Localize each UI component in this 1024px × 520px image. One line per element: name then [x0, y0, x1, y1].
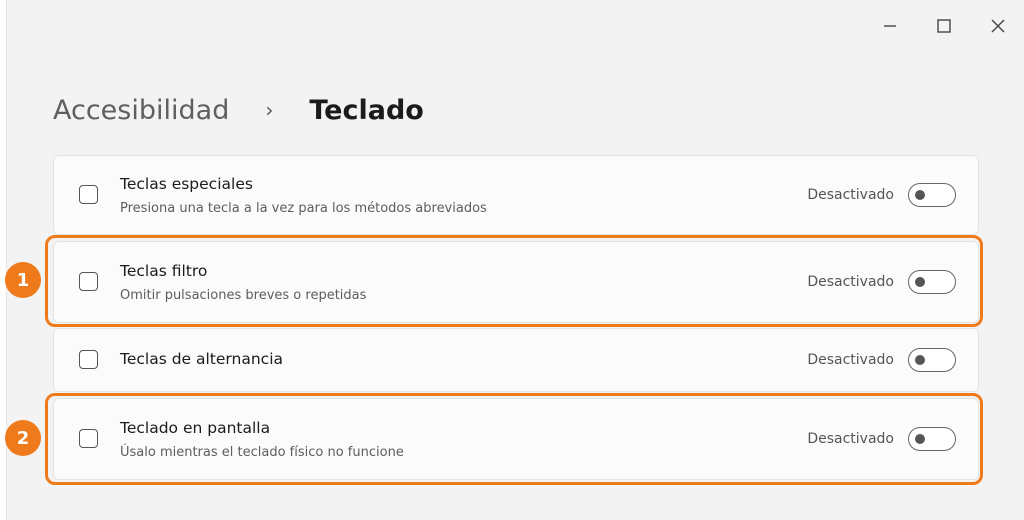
teclas-de-alternancia-toggle[interactable] [908, 348, 956, 372]
setting-title: Teclas de alternancia [120, 350, 283, 368]
annotation-badge-1: 1 [5, 262, 41, 298]
setting-row-teclas-especiales[interactable]: Teclas especiales Presiona una tecla a l… [53, 155, 979, 235]
highlight-frame-1 [45, 235, 983, 327]
toggle-state-label: Desactivado [807, 187, 894, 203]
setting-description: Presiona una tecla a la vez para los mét… [120, 201, 487, 216]
toggle-state-label: Desactivado [807, 352, 894, 368]
toggle-knob [915, 190, 925, 200]
teclas-de-alternancia-checkbox[interactable] [79, 350, 98, 369]
teclas-especiales-toggle[interactable] [908, 183, 956, 207]
toggle-knob [915, 355, 925, 365]
maximize-icon [937, 19, 951, 33]
close-icon [991, 19, 1005, 33]
window-caption-buttons [863, 0, 1024, 52]
minimize-button[interactable] [863, 0, 917, 52]
annotation-badge-2: 2 [5, 420, 41, 456]
breadcrumb-separator-icon: › [265, 98, 274, 122]
setting-title: Teclas especiales [120, 175, 253, 193]
breadcrumb: Accesibilidad › Teclado [53, 88, 424, 132]
teclas-especiales-checkbox[interactable] [79, 185, 98, 204]
setting-row-teclas-de-alternancia[interactable]: Teclas de alternancia Desactivado [53, 328, 979, 392]
highlight-frame-2 [45, 393, 983, 485]
page-title: Teclado [309, 94, 424, 126]
breadcrumb-parent-link[interactable]: Accesibilidad [53, 95, 229, 126]
minimize-icon [884, 25, 896, 27]
maximize-button[interactable] [917, 0, 971, 52]
close-button[interactable] [971, 0, 1024, 52]
